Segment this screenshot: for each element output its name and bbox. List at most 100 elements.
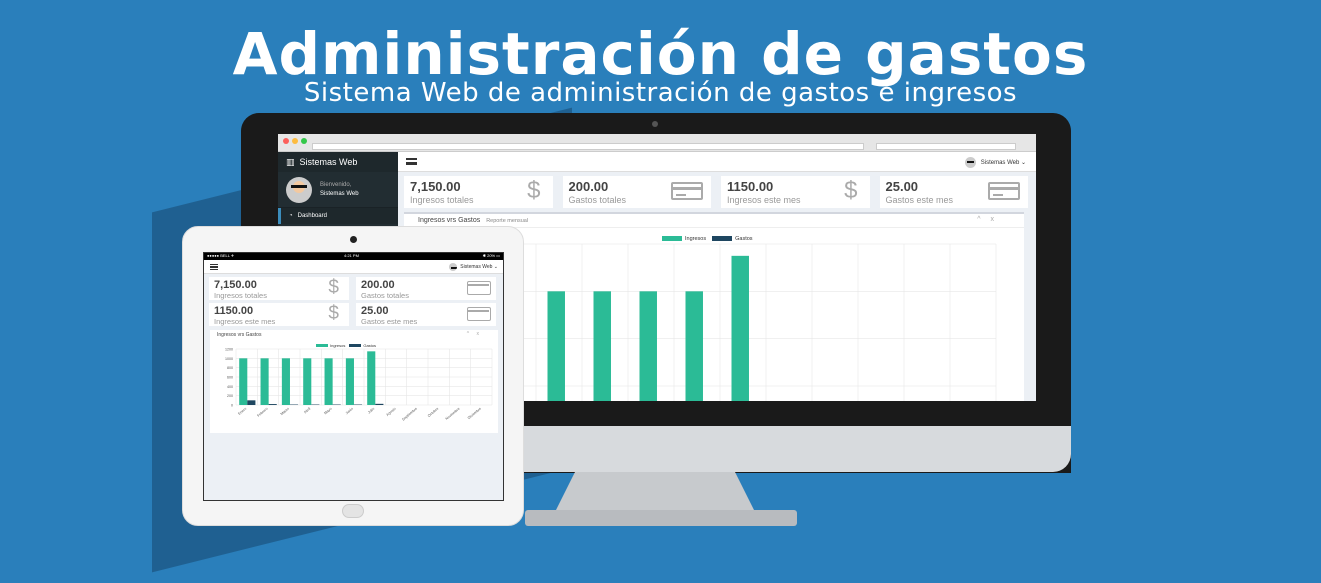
stat-card-gastos-mes: 25.00 Gastos este mes bbox=[356, 303, 496, 326]
top-navbar: Sistemas Web ⌄ bbox=[398, 152, 1036, 172]
bar-ingresos bbox=[639, 291, 657, 401]
stat-card-ingresos-totales: 7,150.00 Ingresos totales $ bbox=[404, 176, 553, 208]
bar-gastos bbox=[375, 403, 384, 405]
chart-logo-icon: ▥ bbox=[286, 156, 295, 167]
credit-card-icon bbox=[671, 182, 703, 200]
bar-ingresos bbox=[685, 291, 703, 401]
maximize-dot[interactable] bbox=[301, 138, 307, 144]
top-navbar: Sistemas Web ⌄ bbox=[204, 260, 503, 274]
credit-card-icon bbox=[988, 182, 1020, 200]
address-bar[interactable] bbox=[312, 143, 864, 150]
chart-panel: Ingresos vrs Gastos ^ x Ingresos Gastos … bbox=[210, 330, 498, 433]
y-tick-label: 200 bbox=[227, 394, 233, 398]
y-tick-label: 400 bbox=[227, 385, 233, 389]
bar-gastos bbox=[247, 400, 256, 405]
avatar bbox=[286, 176, 312, 203]
stat-label: Ingresos este mes bbox=[214, 317, 276, 326]
hamburger-icon[interactable] bbox=[406, 158, 417, 165]
browser-search[interactable] bbox=[876, 143, 1016, 150]
stat-label: Ingresos totales bbox=[410, 195, 474, 205]
x-tick-label: Junio bbox=[345, 407, 354, 416]
bar-ingresos bbox=[281, 358, 290, 405]
hero-subtitle: Sistema Web de administración de gastos … bbox=[303, 78, 1018, 108]
bar-ingresos bbox=[324, 358, 333, 405]
dashboard-icon: ◔ bbox=[289, 213, 293, 219]
stat-card-ingresos-mes: 1150.00 Ingresos este mes $ bbox=[721, 176, 870, 208]
bar-ingresos bbox=[260, 358, 269, 405]
bar-ingresos bbox=[547, 291, 565, 401]
stat-label: Ingresos este mes bbox=[727, 195, 801, 205]
stat-cards: 7,150.00 Ingresos totales $ 200.00 Gasto… bbox=[209, 277, 499, 326]
browser-toolbar bbox=[278, 134, 1036, 152]
clock: 4:21 PM bbox=[344, 253, 359, 258]
monitor-stand bbox=[555, 472, 755, 512]
avatar bbox=[964, 157, 976, 168]
y-tick-label: 800 bbox=[227, 366, 233, 370]
y-tick-label: 1000 bbox=[225, 357, 233, 361]
user-menu-label: Sistemas Web ⌄ bbox=[460, 264, 498, 270]
tablet-camera bbox=[350, 236, 357, 243]
x-tick-label: Febrero bbox=[256, 407, 268, 418]
stat-value: 7,150.00 bbox=[410, 179, 461, 194]
box-tools[interactable]: ^ x bbox=[467, 331, 482, 337]
home-button[interactable] bbox=[342, 504, 364, 518]
user-menu[interactable]: Sistemas Web ⌄ bbox=[964, 157, 1026, 168]
avatar bbox=[449, 263, 458, 271]
y-tick-label: 1200 bbox=[225, 348, 233, 352]
close-dot[interactable] bbox=[283, 138, 289, 144]
brand-name: Sistemas Web bbox=[299, 157, 358, 167]
bar-ingresos bbox=[345, 358, 354, 405]
welcome-text: Bienvenido, bbox=[320, 181, 352, 188]
bar-ingresos bbox=[239, 358, 248, 405]
x-tick-label: Diciembre bbox=[467, 407, 482, 420]
brand[interactable]: ▥ Sistemas Web bbox=[278, 152, 398, 172]
stat-value: 1150.00 bbox=[727, 179, 774, 194]
box-tools[interactable]: ^ x bbox=[977, 216, 998, 223]
x-tick-label: Noviembre bbox=[445, 407, 461, 421]
tablet-screen: ●●●●● BELL ✈ 4:21 PM ✱ 20% ▭ Sistemas We… bbox=[203, 252, 504, 501]
stat-card-gastos-totales: 200.00 Gastos totales bbox=[562, 176, 711, 208]
x-tick-label: Mayo bbox=[323, 407, 332, 416]
user-menu-label: Sistemas Web ⌄ bbox=[980, 160, 1026, 166]
user-panel: Bienvenido, Sistemas Web bbox=[278, 172, 398, 208]
sidebar-item-label: Dashboard bbox=[297, 213, 327, 219]
dollar-icon: $ bbox=[527, 177, 541, 204]
credit-card-icon bbox=[467, 307, 491, 321]
bar-ingresos bbox=[731, 255, 749, 401]
x-tick-label: Enero bbox=[237, 407, 247, 416]
tablet-bar-chart: 0 200 400 600 800 1000 1200 Enero Febrero Marzo Ab… bbox=[225, 348, 493, 422]
y-tick-label: 600 bbox=[227, 376, 233, 380]
sidebar-item-dashboard[interactable]: ◔ Dashboard bbox=[278, 208, 398, 224]
bar-ingresos bbox=[303, 358, 312, 405]
x-tick-label: Julio bbox=[367, 407, 375, 415]
chart-subtitle: Reporte mensual bbox=[486, 218, 529, 224]
monitor-stand-base bbox=[525, 510, 797, 526]
chart-title: Ingresos vrs Gastos bbox=[217, 332, 262, 338]
dollar-icon: $ bbox=[844, 177, 858, 204]
x-tick-label: Septiembre bbox=[401, 407, 418, 422]
x-tick-label: Octubre bbox=[427, 407, 439, 418]
stat-card-ingresos-totales: 7,150.00 Ingresos totales $ bbox=[209, 277, 349, 300]
bar-ingresos bbox=[593, 291, 611, 401]
chart-title: Ingresos vrs Gastos bbox=[418, 217, 481, 224]
stat-cards: 7,150.00 Ingresos totales $ 200.00 Gasto… bbox=[404, 176, 1028, 208]
stat-card-gastos-totales: 200.00 Gastos totales bbox=[356, 277, 496, 300]
battery: ✱ 20% ▭ bbox=[482, 253, 500, 258]
dollar-icon: $ bbox=[328, 303, 339, 324]
monitor-camera bbox=[652, 121, 658, 127]
minimize-dot[interactable] bbox=[292, 138, 298, 144]
hamburger-icon[interactable] bbox=[210, 264, 218, 270]
bar-ingresos bbox=[367, 351, 376, 405]
dollar-icon: $ bbox=[328, 277, 339, 298]
bar-gastos bbox=[268, 404, 277, 405]
x-tick-label: Agosto bbox=[385, 407, 396, 417]
credit-card-icon bbox=[467, 281, 491, 295]
status-bar: ●●●●● BELL ✈ 4:21 PM ✱ 20% ▭ bbox=[204, 253, 503, 260]
stat-card-gastos-mes: 25.00 Gastos este mes bbox=[879, 176, 1028, 208]
stat-card-ingresos-mes: 1150.00 Ingresos este mes $ bbox=[209, 303, 349, 326]
x-tick-label: Marzo bbox=[280, 407, 290, 416]
stat-label: Ingresos totales bbox=[214, 291, 267, 300]
carrier: ●●●●● BELL ✈ bbox=[207, 253, 235, 258]
user-menu[interactable]: Sistemas Web ⌄ bbox=[449, 263, 498, 271]
stat-value: 1150.00 bbox=[214, 305, 254, 317]
